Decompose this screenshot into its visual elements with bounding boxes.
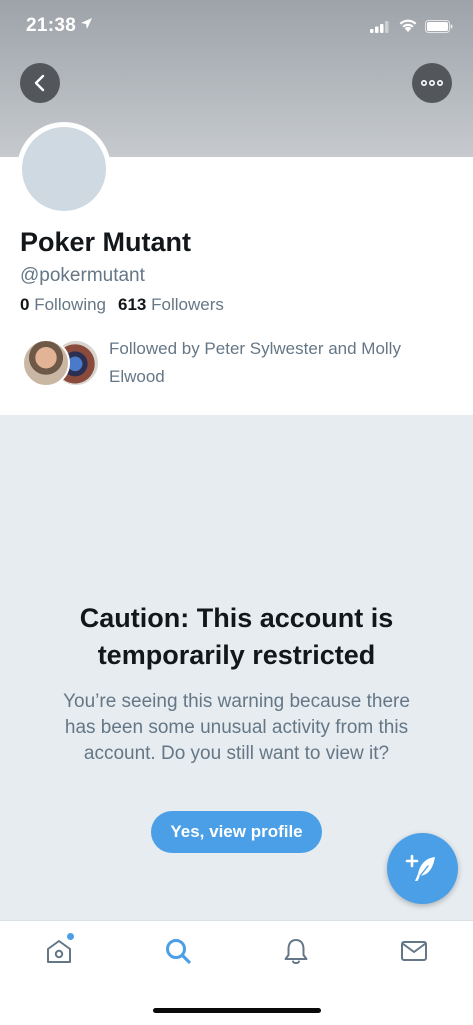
profile-avatar[interactable] [17,122,111,216]
profile-handle: @pokermutant [20,265,145,286]
status-time: 21:38 [26,15,77,36]
home-icon [47,940,71,963]
following-link[interactable]: 0 Following [20,295,106,314]
follower-avatar[interactable] [22,339,70,387]
caution-title: Caution: This account is temporarily res… [79,603,394,670]
compose-tweet-icon [405,854,435,881]
followers-count: 613 [118,295,147,314]
back-button[interactable] [20,63,60,103]
battery-icon [425,20,453,33]
following-label: Following [34,295,107,314]
profile-name: Poker Mutant [20,227,192,257]
followed-by-text[interactable]: Followed by Peter Sylwester and Molly El… [109,335,459,391]
followers-link[interactable]: 613 Followers [118,295,224,314]
tab-home[interactable] [41,933,77,967]
status-bar: 21:38 [0,0,473,50]
more-horizontal-icon [421,80,443,86]
bell-icon [284,939,308,964]
search-icon [166,939,191,964]
cellular-signal-icon [370,21,389,33]
tab-messages[interactable] [396,935,432,967]
more-options-button[interactable] [412,63,452,103]
envelope-icon [401,941,427,961]
home-indicator[interactable] [153,1008,321,1013]
location-arrow-icon [81,18,92,29]
followers-label: Followers [151,295,224,314]
tab-search[interactable] [160,935,196,967]
following-count: 0 [20,295,30,314]
wifi-icon [399,19,417,32]
view-profile-button[interactable]: Yes, view profile [151,811,322,853]
follow-counts: 0 Following 613 Followers [20,295,224,315]
tab-notifications[interactable] [278,935,314,967]
new-content-dot [67,933,74,940]
chevron-left-icon [34,74,45,92]
compose-tweet-button[interactable] [387,833,458,904]
caution-message: You’re seeing this warning because there… [63,691,410,764]
